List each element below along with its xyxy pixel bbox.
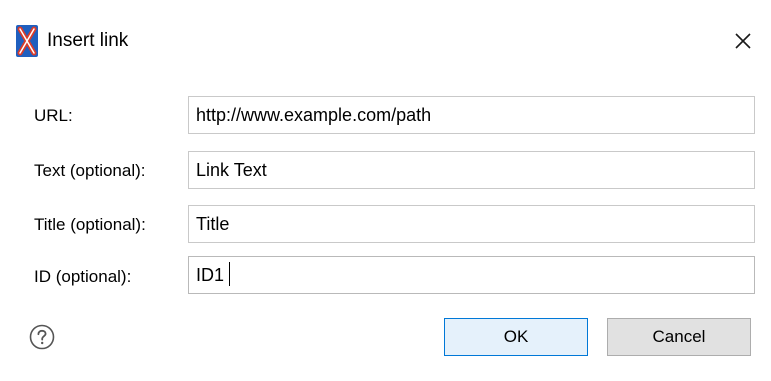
text-field[interactable] [188, 151, 755, 189]
url-label: URL: [34, 106, 73, 125]
title-label: Title (optional): [34, 215, 146, 234]
url-field[interactable] [188, 96, 755, 134]
dialog-title: Insert link [47, 30, 129, 51]
title-field[interactable] [188, 205, 755, 243]
insert-link-dialog: Insert link URL: Text (optional): Title … [0, 0, 771, 381]
cancel-button[interactable]: Cancel [607, 318, 751, 356]
id-label: ID (optional): [34, 267, 132, 286]
title-bar: Insert link [0, 0, 771, 86]
text-caret [229, 262, 230, 286]
close-icon[interactable] [728, 26, 758, 56]
xml-editor-app-icon [16, 25, 38, 57]
help-icon[interactable] [29, 324, 55, 350]
ok-button[interactable]: OK [444, 318, 588, 356]
id-field[interactable] [188, 256, 755, 294]
text-label: Text (optional): [34, 161, 146, 180]
